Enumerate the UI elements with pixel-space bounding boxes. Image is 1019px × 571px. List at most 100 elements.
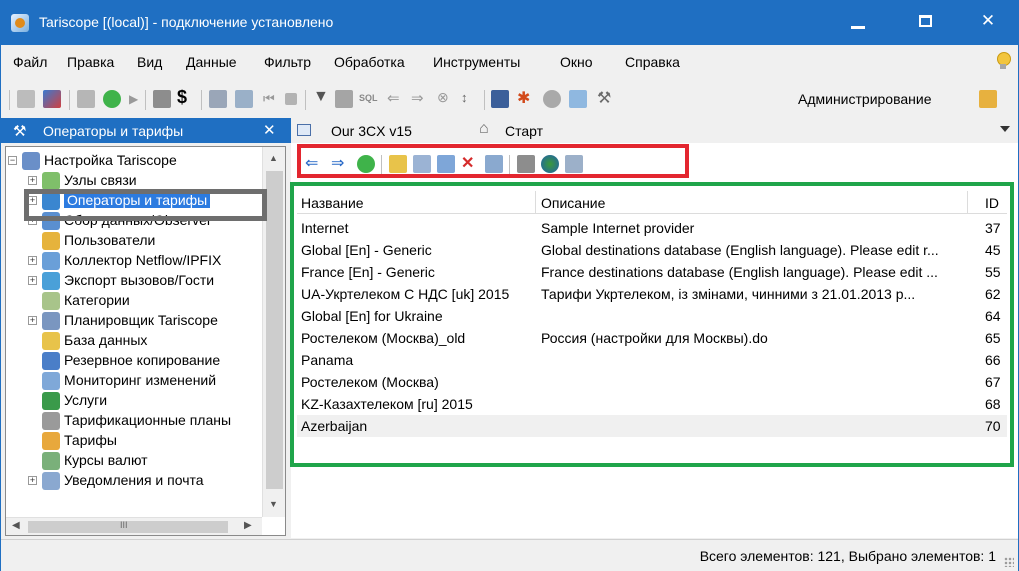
scroll-thumb[interactable]: III [28,520,228,533]
close-button[interactable]: ✕ [958,1,1018,45]
menu-processing[interactable]: Обработка [334,54,405,70]
menu-view[interactable]: Вид [137,54,162,70]
tree-item-label: Тарифы [64,432,117,448]
menu-edit[interactable]: Правка [67,54,114,70]
scroll-down-icon[interactable]: ▼ [269,499,278,509]
tree-item-label: База данных [64,332,148,348]
tree-item[interactable]: Курсы валют [6,451,262,471]
scroll-left-icon[interactable]: ◀ [12,520,20,531]
open-icon[interactable] [17,90,35,108]
tab-bar: ⚒ Операторы и тарифы ✕ Our 3CX v15 ⌂ Ста… [1,118,1018,143]
toolbar-grip [9,90,10,110]
tab-start[interactable]: ⌂ Старт [479,118,599,143]
expand-icon[interactable]: + [28,316,37,325]
save-icon[interactable] [77,90,95,108]
menu-window[interactable]: Окно [560,54,593,70]
tree-item[interactable]: Тарификационные планы [6,411,262,431]
scroll-thumb[interactable] [266,171,283,489]
mail-icon [42,472,60,490]
maximize-button[interactable] [896,1,954,45]
tree-item[interactable]: База данных [6,331,262,351]
export-icon[interactable] [153,90,171,108]
disk-icon[interactable] [543,90,561,108]
close-tab-icon[interactable]: ✕ [263,121,276,139]
expand-icon[interactable]: + [28,476,37,485]
tab-start-label: Старт [505,123,544,139]
export-icon [42,272,60,290]
tree-item[interactable]: + Уведомления и почта [6,471,262,491]
categories-icon [42,292,60,310]
tab-operators[interactable]: ⚒ Операторы и тарифы ✕ [1,118,291,143]
sql-icon[interactable]: SQL [359,93,381,111]
tree-item[interactable]: Пользователи [6,231,262,251]
nodes-icon [42,172,60,190]
scroll-up-icon[interactable]: ▲ [269,153,278,163]
refresh-icon[interactable] [103,90,121,108]
scroll-right-icon[interactable]: ▶ [244,520,252,531]
lightbulb-icon[interactable] [996,52,1011,70]
expand-icon[interactable]: + [28,176,37,185]
title-bar: Tariscope [(local)] - подключение устано… [1,1,1018,45]
tree-item[interactable]: + Экспорт вызовов/Гости [6,271,262,291]
arrow-right-icon[interactable]: ⇒ [411,89,429,107]
new-record-icon[interactable] [235,90,253,108]
tree-item-label: Экспорт вызовов/Гости [64,272,215,288]
expand-icon[interactable]: + [28,276,37,285]
tree-item-label: Планировщик Tariscope [64,312,218,328]
tree-item[interactable]: − Настройка Tariscope [6,151,262,171]
tree-item-label: Тарификационные планы [64,412,232,428]
resize-grip-icon[interactable] [1004,557,1014,567]
tab-our-3cx[interactable]: Our 3CX v15 [297,118,477,143]
tab-our-3cx-label: Our 3CX v15 [331,123,412,139]
clear-filter-icon[interactable]: ⊗ [437,89,455,107]
services-icon [42,392,60,410]
menu-filter[interactable]: Фильтр [264,54,311,70]
expand-icon[interactable]: + [28,256,37,265]
scroll-grip: III [120,520,128,530]
tree-item-label: Услуги [64,392,108,408]
minimize-button[interactable] [829,1,887,45]
stop-icon[interactable] [285,93,297,105]
home-icon: ⌂ [479,120,489,137]
document-icon[interactable] [569,90,587,108]
menu-data[interactable]: Данные [186,54,237,70]
tools-icon[interactable]: ✱ [517,88,535,107]
app-icon [11,14,29,32]
filter-table-icon[interactable] [335,90,353,108]
menu-help[interactable]: Справка [625,54,680,70]
menu-tools[interactable]: Инструменты [433,54,520,70]
maximize-icon [919,15,932,27]
network-icon [42,252,60,270]
administration-button[interactable]: ⚒ [597,90,797,108]
tab-overflow-icon[interactable] [1000,126,1010,132]
first-record-icon[interactable]: ⏮ [263,91,275,109]
tree-item[interactable]: Тарифы [6,431,262,451]
collapse-icon[interactable]: − [8,156,17,165]
arrow-left-icon[interactable]: ⇐ [387,89,405,107]
main-toolbar: ▶ $ ⏮ ▼ SQL ⇐ ⇒ ⊗ ↕ ✱ ⚒ Администрировани… [1,78,1018,118]
filter-icon[interactable]: ▼ [313,88,331,106]
tree-item[interactable]: Резервное копирование [6,351,262,371]
play-icon[interactable]: ▶ [129,92,139,110]
tree-item[interactable]: Услуги [6,391,262,411]
database-icon [42,332,60,350]
tree-item-highlight [24,189,267,221]
tree-item[interactable]: + Коллектор Netflow/IPFIX [6,251,262,271]
key-icon [42,232,60,250]
backup-icon [42,352,60,370]
report-icon[interactable] [43,90,61,108]
table-icon[interactable] [209,90,227,108]
administration-label[interactable]: Администрирование [798,91,932,107]
tree-horizontal-scrollbar[interactable]: ◀ III ▶ [6,517,262,535]
backup-icon[interactable] [979,90,997,108]
tree-item[interactable]: + Планировщик Tariscope [6,311,262,331]
menu-file[interactable]: Файл [13,54,47,70]
sort-icon[interactable]: ↕ [461,90,479,108]
grid-icon [297,124,311,136]
tree-item[interactable]: + Узлы связи [6,171,262,191]
tree-item-label: Резервное копирование [64,352,221,368]
grid-icon[interactable] [491,90,509,108]
tree-item[interactable]: Мониторинг изменений [6,371,262,391]
tree-item[interactable]: Категории [6,291,262,311]
currency-icon[interactable]: $ [177,87,195,107]
